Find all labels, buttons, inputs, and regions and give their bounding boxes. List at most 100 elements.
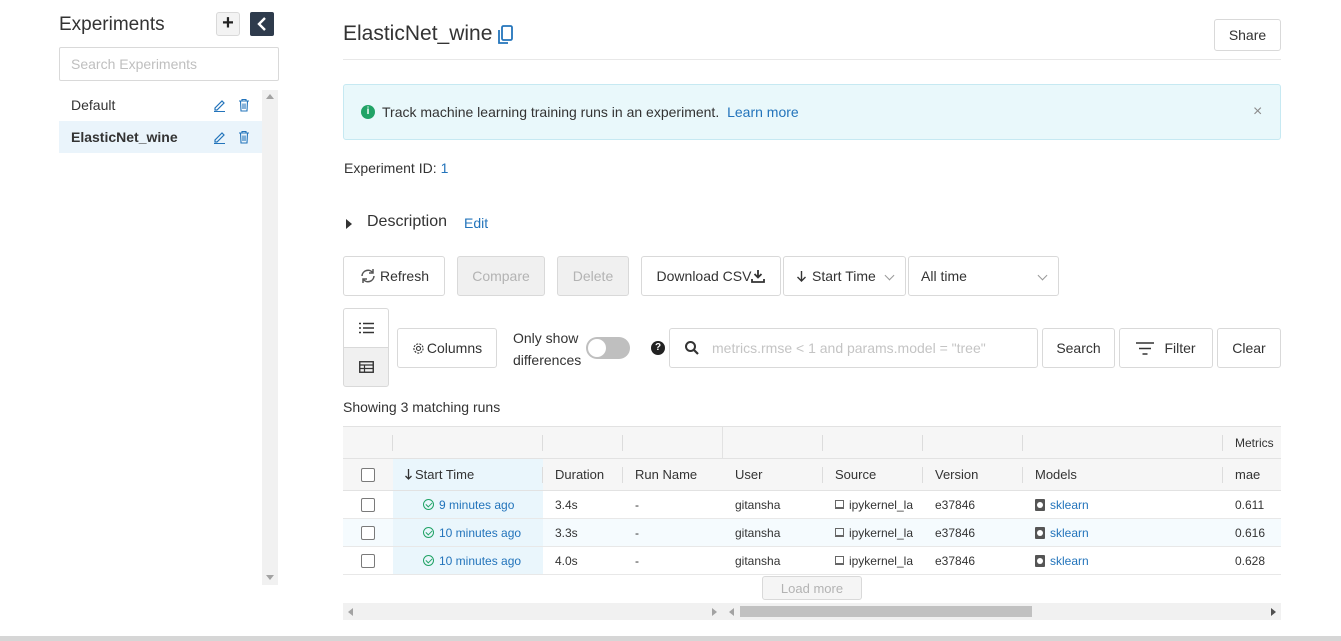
table-row[interactable]: 10 minutes ago 4.0s - gitansha ipykernel… [343,547,1281,575]
collapse-sidebar-button[interactable] [250,12,274,36]
filter-icon [1136,341,1155,355]
only-show-differences-label: Only show differences [513,330,582,368]
experiment-item-default[interactable]: Default [59,89,262,121]
caret-right-icon[interactable] [346,219,352,229]
search-icon [684,340,700,361]
run-start-time-link[interactable]: 10 minutes ago [439,526,521,540]
refresh-button[interactable]: Refresh [343,256,445,296]
load-more-button[interactable]: Load more [762,576,862,600]
row-checkbox[interactable] [361,553,375,568]
experiment-name: ElasticNet_wine [71,129,178,145]
page-title: ElasticNet_wine [343,22,493,45]
learn-more-link[interactable]: Learn more [727,104,799,120]
run-name: - [635,553,639,568]
run-start-time-link[interactable]: 9 minutes ago [439,498,514,512]
row-checkbox[interactable] [361,497,375,512]
time-range-value: All time [921,268,967,284]
chevron-left-icon [257,17,266,31]
search-button[interactable]: Search [1042,328,1115,368]
run-search-box[interactable] [669,328,1038,368]
run-start-time-link[interactable]: 10 minutes ago [439,554,521,568]
laptop-icon [835,500,844,509]
download-icon [751,270,766,283]
filter-button[interactable]: Filter [1119,328,1213,368]
delete-button[interactable]: Delete [557,256,629,296]
scroll-up-icon[interactable] [266,94,274,99]
table-header-row: Start Time Duration Run Name User Source… [343,459,1281,491]
experiment-id-value: 1 [440,160,449,176]
sort-select[interactable]: Start Time [783,256,906,296]
experiment-name: Default [71,97,116,113]
scroll-left-icon[interactable] [729,608,734,616]
trash-icon[interactable] [237,97,251,113]
column-header-duration[interactable]: Duration [543,459,623,490]
run-model-link[interactable]: sklearn [1050,526,1089,540]
table-row[interactable]: 9 minutes ago 3.4s - gitansha ipykernel_… [343,491,1281,519]
only-show-differences-toggle[interactable] [586,337,630,359]
run-version: e37846 [935,525,976,540]
run-name: - [635,525,639,540]
column-header-source[interactable]: Source [823,459,923,490]
description-label[interactable]: Description [367,213,447,231]
experiment-id: Experiment ID: 1 [344,160,448,176]
sidebar-title: Experiments [59,14,165,35]
clear-button[interactable]: Clear [1217,328,1281,368]
chevron-down-icon [884,270,895,281]
run-duration: 4.0s [555,553,578,568]
copy-icon[interactable] [497,25,514,50]
row-checkbox[interactable] [361,525,375,540]
close-icon[interactable]: × [1253,103,1262,121]
list-view-toggle[interactable] [343,308,389,348]
matching-runs-count: Showing 3 matching runs [343,399,501,415]
column-header-models[interactable]: Models [1023,459,1223,490]
success-check-icon [423,527,434,538]
run-mae: 0.611 [1235,497,1265,512]
scroll-down-icon[interactable] [266,575,274,580]
column-header-user[interactable]: User [723,459,823,490]
success-check-icon [423,499,434,510]
experiment-item-elasticnet-wine[interactable]: ElasticNet_wine [59,121,262,153]
model-icon [1035,526,1045,539]
run-name: - [635,497,639,512]
description-edit-link[interactable]: Edit [464,215,488,231]
columns-button[interactable]: Columns [397,328,497,368]
filter-label: Filter [1164,340,1196,356]
run-duration: 3.4s [555,497,578,512]
edit-icon[interactable] [212,129,226,145]
column-header-start-time[interactable]: Start Time [393,459,543,490]
table-view-toggle[interactable] [343,347,389,387]
edit-icon[interactable] [212,97,226,113]
refresh-icon [361,269,375,283]
run-model-link[interactable]: sklearn [1050,498,1089,512]
column-header-run-name[interactable]: Run Name [623,459,723,490]
experiment-search-input[interactable] [59,47,279,81]
column-header-mae[interactable]: mae [1223,459,1281,490]
column-header-version[interactable]: Version [923,459,1023,490]
compare-button[interactable]: Compare [457,256,545,296]
download-csv-button[interactable]: Download CSV [641,256,781,296]
run-user: gitansha [735,497,781,512]
trash-icon[interactable] [237,129,251,145]
scrollbar-thumb[interactable] [740,606,1032,617]
help-icon[interactable]: ? [651,341,665,355]
model-icon [1035,554,1045,567]
run-mae: 0.616 [1235,525,1266,540]
scroll-left-icon[interactable] [348,608,353,616]
table-horizontal-scrollbar[interactable] [343,603,1281,620]
add-experiment-button[interactable]: + [216,12,240,36]
bottom-border [0,636,1341,641]
sidebar-scrollbar[interactable] [262,90,278,585]
table-row[interactable]: 10 minutes ago 3.3s - gitansha ipykernel… [343,519,1281,547]
list-icon [358,322,374,334]
run-user: gitansha [735,525,781,540]
run-model-link[interactable]: sklearn [1050,554,1089,568]
run-search-input[interactable] [710,337,1030,359]
scroll-right-icon[interactable] [1271,608,1276,616]
select-all-checkbox[interactable] [361,467,375,482]
scroll-right-icon[interactable] [712,608,717,616]
sort-select-value: Start Time [812,268,876,284]
share-button[interactable]: Share [1214,19,1281,51]
time-range-select[interactable]: All time [908,256,1059,296]
info-banner: i Track machine learning training runs i… [343,84,1281,140]
gear-icon [413,342,424,354]
